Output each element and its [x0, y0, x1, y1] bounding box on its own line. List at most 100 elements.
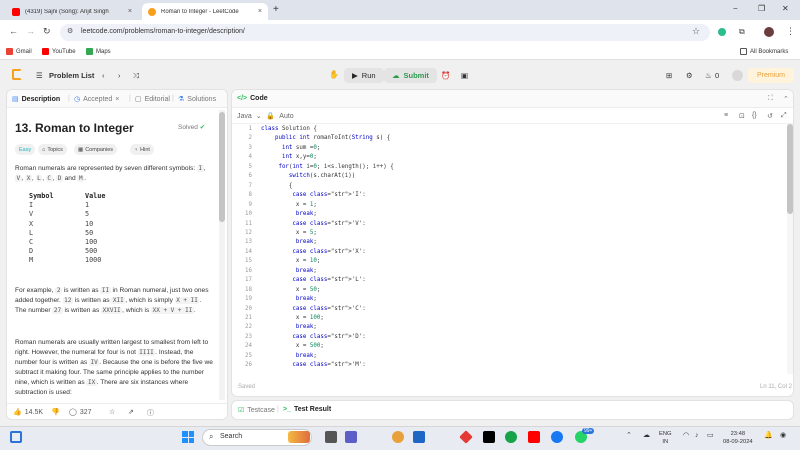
tab-editorial[interactable]: ▢ Editorial	[135, 95, 170, 104]
difficulty-badge[interactable]: Easy	[15, 144, 36, 155]
site-info-icon[interactable]: ⚙	[67, 27, 73, 35]
battery-icon[interactable]: ▭	[707, 432, 714, 440]
notifications-icon[interactable]: 🔔	[764, 432, 773, 440]
hint-chip[interactable]: ♀ Hint	[130, 144, 154, 155]
forward-arrow-icon[interactable]: →	[26, 26, 35, 36]
url-text[interactable]: leetcode.com/problems/roman-to-integer/d…	[81, 28, 245, 35]
code-line[interactable]: int sum =0;	[261, 145, 320, 151]
code-line[interactable]: break;	[261, 239, 317, 245]
share-icon[interactable]: ⇗	[128, 408, 134, 416]
leetcode-logo-icon[interactable]	[12, 69, 22, 80]
tab-testcase[interactable]: ☑ Testcase	[238, 406, 275, 415]
code-line[interactable]: case class="str">'M':	[261, 362, 365, 368]
code-line[interactable]: x = 100;	[261, 315, 324, 321]
close-icon[interactable]: ×	[128, 8, 132, 15]
menu-kebab-icon[interactable]: ⋮	[786, 26, 795, 37]
code-line[interactable]: break;	[261, 353, 317, 359]
tab-test-result[interactable]: >_ Test Result	[283, 406, 331, 413]
tab-solutions[interactable]: ⚗ Solutions	[178, 95, 216, 104]
debug-icon[interactable]: ✋	[329, 70, 339, 79]
shuffle-icon[interactable]: ⤨	[133, 71, 139, 81]
clock[interactable]: 23:48 08-09-2024	[723, 430, 753, 446]
prev-problem-icon[interactable]: ‹	[102, 71, 105, 80]
user-avatar[interactable]	[732, 70, 743, 81]
tab-accepted[interactable]: ◷ Accepted ×	[74, 95, 119, 104]
streak-fire-icon[interactable]: ♨	[705, 71, 712, 80]
cloud-icon[interactable]: ☁	[643, 432, 650, 440]
code-line[interactable]: for(int i=0; i<s.length(); i++) {	[261, 164, 393, 170]
chrome-icon[interactable]	[392, 431, 404, 443]
volume-icon[interactable]: ♪	[695, 432, 699, 440]
teams-icon[interactable]	[345, 431, 357, 443]
task-view-icon[interactable]	[10, 431, 22, 443]
avatar[interactable]	[764, 27, 774, 37]
maximize-button[interactable]: ❐	[758, 4, 765, 13]
bookmark-icon[interactable]: ⊡	[739, 112, 745, 120]
extensions-puzzle-icon[interactable]: ⧉	[739, 27, 745, 37]
companies-chip[interactable]: ▦ Companies	[74, 144, 118, 155]
bookmark-youtube[interactable]: YouTube	[42, 48, 76, 55]
code-line[interactable]: break;	[261, 296, 317, 302]
help-icon[interactable]: ⓘ	[147, 408, 154, 418]
braces-icon[interactable]: {}	[752, 112, 757, 119]
reset-icon[interactable]: ↺	[767, 112, 773, 120]
auto-mode[interactable]: 🔒 Auto	[266, 112, 294, 120]
file-explorer-icon[interactable]	[325, 431, 337, 443]
premium-button[interactable]: Premium	[748, 68, 794, 83]
collapse-panel-icon[interactable]: ⌃	[783, 95, 789, 103]
language-indicator[interactable]: ENG IN	[659, 430, 672, 446]
close-icon[interactable]: ×	[115, 96, 119, 103]
code-line[interactable]: {	[261, 183, 293, 189]
windows-start-icon[interactable]	[182, 431, 194, 443]
dislike-button[interactable]: 👎	[51, 408, 60, 416]
reload-icon[interactable]: ↻	[43, 26, 51, 37]
extension-icon[interactable]	[718, 28, 726, 36]
scrollbar-thumb[interactable]	[219, 112, 225, 222]
close-window-button[interactable]: ✕	[782, 4, 789, 13]
bookmark-maps[interactable]: Maps	[86, 48, 111, 55]
tab-code[interactable]: </> Code	[237, 95, 268, 102]
code-line[interactable]: public int romanToInt(String s) {	[261, 135, 390, 141]
problem-list-link[interactable]: Problem List	[49, 71, 94, 80]
list-icon[interactable]: ☰	[36, 71, 43, 80]
fullscreen-icon[interactable]: ⤢	[781, 112, 787, 120]
language-select[interactable]: Java ⌄	[237, 112, 262, 120]
tray-chevron-up-icon[interactable]: ⌃	[626, 432, 632, 440]
tab-description[interactable]: ▤ Description	[12, 95, 60, 104]
browser-tab-leetcode[interactable]: Roman to Integer - LeetCode ×	[142, 3, 268, 20]
comments-button[interactable]: ◯ 327	[69, 408, 92, 417]
netflix-icon[interactable]	[483, 431, 495, 443]
code-line[interactable]: break;	[261, 268, 317, 274]
code-line[interactable]: case class="str">'C':	[261, 306, 365, 312]
settings-gear-icon[interactable]: ⚙	[686, 71, 693, 80]
facebook-icon[interactable]	[551, 431, 563, 443]
code-line[interactable]: break;	[261, 324, 317, 330]
code-line[interactable]: int x,y=0;	[261, 154, 317, 160]
all-bookmarks[interactable]: All Bookmarks	[740, 48, 788, 55]
favorite-star-icon[interactable]: ☆	[109, 408, 115, 416]
format-icon[interactable]: ≡	[724, 112, 728, 119]
new-tab-button[interactable]: +	[273, 4, 279, 15]
code-line[interactable]: case class="str">'V':	[261, 221, 365, 227]
back-arrow-icon[interactable]: ←	[9, 26, 18, 36]
notes-icon[interactable]: ▣	[461, 71, 468, 80]
layout-icon[interactable]: ⊞	[666, 71, 672, 80]
widget-icon[interactable]: ◉	[780, 432, 786, 440]
edge-icon[interactable]	[505, 431, 517, 443]
code-line[interactable]: switch(s.charAt(i))	[261, 173, 355, 179]
code-line[interactable]: x = 1;	[261, 202, 317, 208]
next-problem-icon[interactable]: ›	[118, 71, 121, 80]
code-line[interactable]: x = 10;	[261, 258, 320, 264]
minimize-button[interactable]: −	[733, 4, 738, 13]
close-icon[interactable]: ×	[258, 8, 262, 15]
star-icon[interactable]: ☆	[692, 26, 700, 37]
alarm-icon[interactable]: ⏰	[441, 71, 450, 80]
youtube-icon[interactable]	[528, 431, 540, 443]
code-line[interactable]: case class="str">'I':	[261, 192, 365, 198]
topics-chip[interactable]: ⌂ Topics	[38, 144, 67, 155]
code-line[interactable]: case class="str">'L':	[261, 277, 365, 283]
code-line[interactable]: case class="str">'D':	[261, 334, 365, 340]
browser-tab-youtube[interactable]: (4319) Sajni (Song): Arijit Singh ×	[6, 3, 138, 20]
code-line[interactable]: x = 50;	[261, 287, 320, 293]
store-icon[interactable]	[413, 431, 425, 443]
